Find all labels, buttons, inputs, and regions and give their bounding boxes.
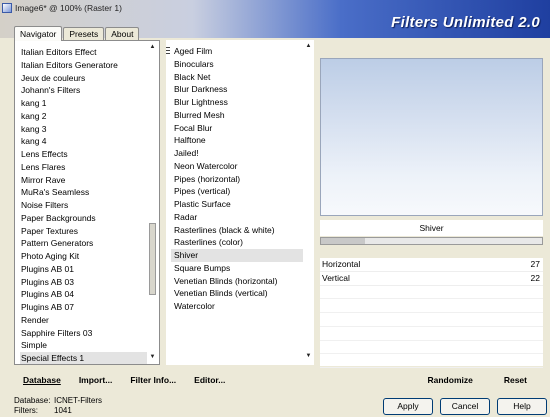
param-row-empty — [320, 354, 543, 368]
filter-list-item[interactable]: Blurred Mesh — [171, 109, 303, 122]
param-row-vertical[interactable]: Vertical 22 — [320, 272, 543, 286]
scroll-thumb[interactable] — [149, 223, 156, 295]
filter-list-item[interactable]: Pipes (horizontal) — [171, 173, 303, 186]
category-list-panel: Italian Editors Effect Italian Editors Ge… — [14, 40, 160, 365]
filter-list-item[interactable]: Black Net — [171, 71, 303, 84]
filter-list-item[interactable]: Radar — [171, 211, 303, 224]
filter-info-button[interactable]: Filter Info... — [121, 370, 185, 390]
param-row-empty — [320, 327, 543, 341]
category-list-item[interactable]: Jeux de couleurs — [20, 72, 147, 85]
grip-icon — [166, 45, 170, 56]
category-list-item[interactable]: Noise Filters — [20, 199, 147, 212]
cancel-button[interactable]: Cancel — [440, 398, 490, 415]
filter-list-item[interactable]: Rasterlines (black & white) — [171, 224, 303, 237]
category-list-item[interactable]: Lens Flares — [20, 161, 147, 174]
scroll-down-icon[interactable]: ▼ — [303, 352, 314, 361]
title-bar: Image6* @ 100% (Raster 1) — [2, 1, 122, 15]
param-row-empty — [320, 341, 543, 355]
filter-list-item[interactable]: Blur Darkness — [171, 83, 303, 96]
progress-bar — [320, 237, 543, 245]
scroll-up-icon[interactable]: ▲ — [147, 43, 158, 52]
filter-list-item[interactable]: Rasterlines (color) — [171, 236, 303, 249]
param-row-empty — [320, 313, 543, 327]
category-list-item[interactable]: kang 4 — [20, 135, 147, 148]
category-list-item[interactable]: Plugins AB 07 — [20, 301, 147, 314]
randomize-button[interactable]: Randomize — [419, 370, 495, 390]
status-database-value: ICNET-Filters — [54, 396, 102, 405]
category-list: Italian Editors Effect Italian Editors Ge… — [20, 46, 147, 364]
category-list-item[interactable]: MuRa's Seamless — [20, 186, 147, 199]
filter-scrollbar[interactable]: ▲ ▼ — [303, 42, 314, 361]
editor-button[interactable]: Editor... — [185, 370, 234, 390]
filter-list-item[interactable]: Blur Lightness — [171, 96, 303, 109]
category-list-item[interactable]: kang 2 — [20, 110, 147, 123]
reset-button[interactable]: Reset — [495, 370, 543, 390]
filter-list-panel: Aged Film Binoculars Black Net Blur Darknes… — [166, 40, 314, 365]
brand-title: Filters Unlimited 2.0 — [391, 14, 540, 31]
param-row-horizontal[interactable]: Horizontal 27 — [320, 258, 543, 272]
category-list-item[interactable]: Pattern Generators — [20, 237, 147, 250]
preview-image — [320, 58, 543, 216]
filter-list-item[interactable]: Neon Watercolor — [171, 160, 303, 173]
window-title: Image6* @ 100% (Raster 1) — [15, 3, 122, 13]
scroll-down-icon[interactable]: ▼ — [147, 353, 158, 362]
category-list-item[interactable]: Special Effects 1 — [20, 352, 147, 364]
filter-list-item[interactable]: Aged Film — [171, 45, 303, 58]
tab-about[interactable]: About — [105, 27, 140, 40]
filter-list-item[interactable]: Halftone — [171, 134, 303, 147]
tab-presets[interactable]: Presets — [63, 27, 105, 40]
category-list-item[interactable]: kang 3 — [20, 123, 147, 136]
selected-filter-name: Shiver — [320, 220, 543, 236]
preset-actions: Randomize Reset — [320, 370, 543, 390]
category-list-item[interactable]: Johann's Filters — [20, 84, 147, 97]
category-list-item[interactable]: Plugins AB 01 — [20, 263, 147, 276]
category-list-item[interactable]: kang 1 — [20, 97, 147, 110]
tab-strip: Navigator Presets About — [14, 26, 140, 41]
param-row-empty — [320, 299, 543, 313]
category-list-item[interactable]: Italian Editors Effect — [20, 46, 147, 59]
category-list-item[interactable]: Simple — [20, 339, 147, 352]
filter-list-item[interactable]: Pipes (vertical) — [171, 185, 303, 198]
database-button[interactable]: Database — [14, 370, 70, 390]
category-list-item[interactable]: Render — [20, 314, 147, 327]
scroll-up-icon[interactable]: ▲ — [303, 42, 314, 51]
parameter-list: Horizontal 27 Vertical 22 — [320, 258, 543, 368]
toolbar: Database Import... Filter Info... Editor… — [14, 370, 314, 390]
category-list-item[interactable]: Sapphire Filters 03 — [20, 327, 147, 340]
param-label: Vertical — [322, 272, 350, 283]
filter-list-item[interactable]: Binoculars — [171, 58, 303, 71]
filter-list-item[interactable]: Plastic Surface — [171, 198, 303, 211]
help-button[interactable]: Help — [497, 398, 547, 415]
status-filters-label: Filters: — [14, 406, 38, 415]
status-filters-value: 1041 — [54, 406, 72, 415]
status-database-label: Database: — [14, 396, 51, 405]
apply-button[interactable]: Apply — [383, 398, 433, 415]
param-value: 27 — [530, 259, 540, 269]
category-list-item[interactable]: Paper Textures — [20, 225, 147, 238]
category-list-item[interactable]: Lens Effects — [20, 148, 147, 161]
filter-list-item[interactable]: Square Bumps — [171, 262, 303, 275]
param-row-empty — [320, 286, 543, 300]
category-list-item[interactable]: Plugins AB 03 — [20, 276, 147, 289]
filter-list-item[interactable]: Venetian Blinds (vertical) — [171, 287, 303, 300]
category-list-item[interactable]: Mirror Rave — [20, 174, 147, 187]
image-icon — [2, 3, 12, 13]
filter-list-item[interactable]: Jailed! — [171, 147, 303, 160]
filter-list-item[interactable]: Venetian Blinds (horizontal) — [171, 275, 303, 288]
category-list-item[interactable]: Photo Aging Kit — [20, 250, 147, 263]
import-button[interactable]: Import... — [70, 370, 122, 390]
category-scrollbar[interactable]: ▲ ▼ — [147, 43, 158, 362]
tab-navigator[interactable]: Navigator — [14, 26, 63, 41]
param-label: Horizontal — [322, 259, 361, 269]
param-value: 22 — [530, 272, 540, 283]
status-area: Database: ICNET-Filters Filters: 1041 — [14, 396, 102, 416]
category-list-item[interactable]: Plugins AB 04 — [20, 288, 147, 301]
filter-list: Aged Film Binoculars Black Net Blur Darknes… — [171, 45, 303, 313]
progress-fill — [321, 238, 366, 244]
category-list-item[interactable]: Paper Backgrounds — [20, 212, 147, 225]
filter-list-item[interactable]: Watercolor — [171, 300, 303, 313]
category-list-item[interactable]: Italian Editors Generatore — [20, 59, 147, 72]
filter-list-item[interactable]: Shiver — [171, 249, 303, 262]
filter-list-item[interactable]: Focal Blur — [171, 122, 303, 135]
